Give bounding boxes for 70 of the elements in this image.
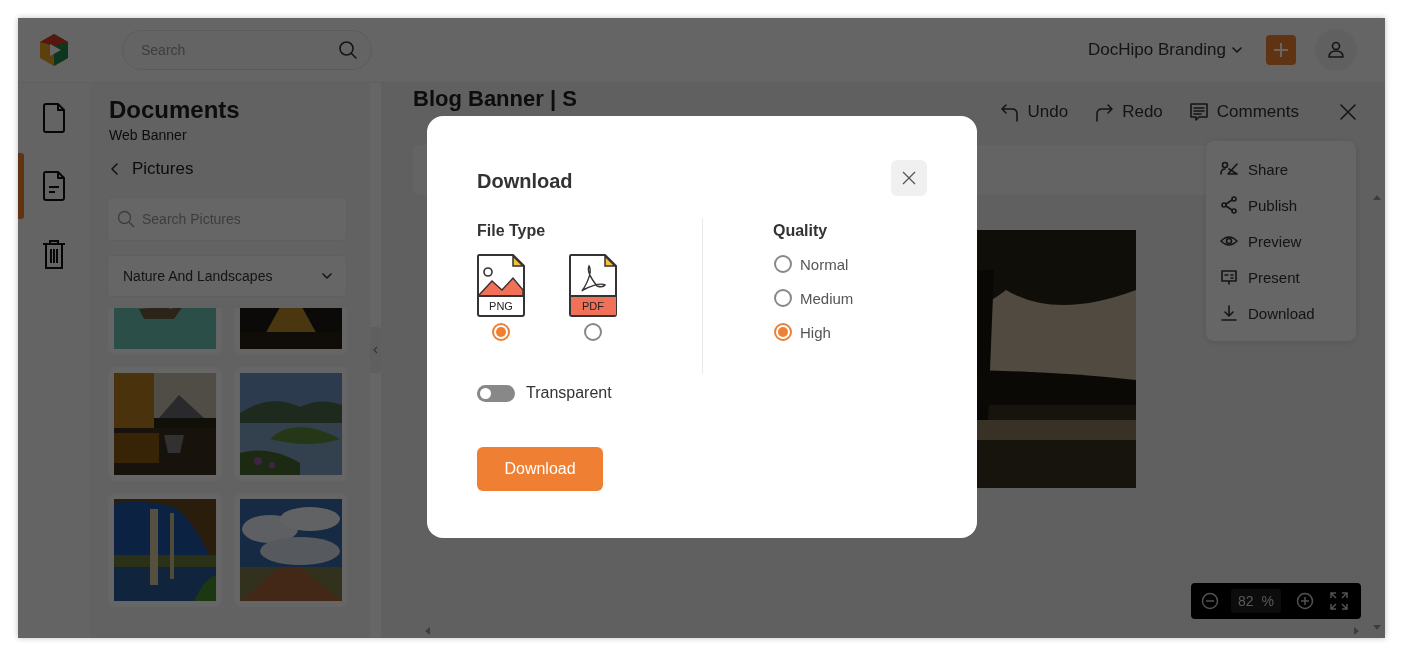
undo-icon bbox=[999, 102, 1020, 122]
close-icon bbox=[1339, 103, 1357, 121]
zoom-value: 82 bbox=[1238, 593, 1254, 609]
toolbar-button[interactable]: Redo bbox=[1094, 102, 1163, 122]
menu-item[interactable]: Present bbox=[1206, 259, 1356, 295]
scroll-up-icon[interactable] bbox=[1373, 195, 1381, 200]
toolbar-button[interactable]: Undo bbox=[999, 102, 1069, 122]
zoom-unit: % bbox=[1261, 593, 1274, 609]
category-dropdown[interactable]: Nature And Landscapes bbox=[107, 255, 347, 297]
trash-icon bbox=[41, 238, 67, 270]
redo-icon bbox=[1094, 102, 1115, 122]
search-icon bbox=[117, 210, 135, 228]
toolbar-button[interactable]: Comments bbox=[1188, 102, 1299, 122]
section-label: File Type bbox=[477, 222, 547, 240]
brand-dropdown[interactable]: DocHipo Branding bbox=[1088, 40, 1242, 60]
chevron-left-icon bbox=[373, 346, 378, 354]
toggle-label: Transparent bbox=[526, 384, 612, 402]
back-link[interactable]: Pictures bbox=[111, 159, 194, 179]
plus-icon bbox=[1273, 42, 1289, 58]
option-label: Medium bbox=[800, 289, 854, 307]
account-button[interactable] bbox=[1315, 29, 1357, 71]
chevron-left-icon bbox=[111, 163, 118, 175]
option-label: High bbox=[800, 323, 831, 341]
people-icon bbox=[1220, 160, 1238, 178]
close-button[interactable] bbox=[891, 160, 927, 196]
menu-item[interactable]: Preview bbox=[1206, 223, 1356, 259]
image-file-icon[interactable]: PNG bbox=[477, 254, 525, 317]
download-icon bbox=[1220, 304, 1238, 322]
fullscreen-button[interactable] bbox=[1330, 592, 1348, 610]
panel-subtitle: Web Banner bbox=[109, 127, 188, 143]
thumbnail-card[interactable] bbox=[234, 493, 347, 607]
dialog-title: Download bbox=[477, 169, 573, 193]
search-icon[interactable] bbox=[338, 40, 358, 60]
pdf-file-icon[interactable]: PDF bbox=[569, 254, 617, 317]
document-icon bbox=[41, 102, 67, 134]
section-label: Quality bbox=[773, 222, 829, 240]
download-button[interactable]: Download bbox=[477, 447, 603, 491]
radio-button[interactable] bbox=[492, 323, 510, 341]
radio-button[interactable] bbox=[774, 289, 792, 307]
menu-item[interactable]: Share bbox=[1206, 151, 1356, 187]
radio-button[interactable] bbox=[584, 323, 602, 341]
close-icon bbox=[902, 171, 916, 185]
panel-title: Documents bbox=[109, 95, 241, 125]
zoom-out-button[interactable] bbox=[1201, 592, 1219, 610]
add-button[interactable] bbox=[1266, 35, 1296, 65]
share-icon bbox=[1220, 196, 1238, 214]
close-button[interactable] bbox=[1339, 103, 1357, 121]
presentation-icon bbox=[1220, 268, 1238, 286]
scroll-down-icon[interactable] bbox=[1373, 625, 1381, 630]
expand-icon bbox=[1330, 592, 1348, 610]
zoom-in-button[interactable] bbox=[1296, 592, 1314, 610]
scroll-right-icon[interactable] bbox=[1354, 627, 1359, 635]
scroll-left-icon[interactable] bbox=[425, 627, 430, 635]
user-icon bbox=[1327, 41, 1345, 59]
radio-button[interactable] bbox=[774, 323, 792, 341]
document-icon bbox=[41, 170, 67, 202]
menu-item[interactable]: Download bbox=[1206, 295, 1356, 331]
option-label: Normal bbox=[800, 255, 849, 273]
comment-icon bbox=[1188, 102, 1209, 122]
thumbnail-card[interactable] bbox=[108, 367, 222, 481]
thumbnail-card[interactable] bbox=[108, 493, 222, 607]
thumbnail-card[interactable] bbox=[234, 367, 347, 481]
chevron-down-icon bbox=[1232, 47, 1242, 53]
document-title: Blog Banner | S bbox=[413, 87, 578, 111]
radio-button[interactable] bbox=[774, 255, 792, 273]
minus-icon bbox=[1201, 592, 1219, 610]
chevron-down-icon bbox=[322, 273, 332, 279]
toggle-switch[interactable] bbox=[477, 384, 515, 402]
menu-item[interactable]: Publish bbox=[1206, 187, 1356, 223]
plus-icon bbox=[1296, 592, 1314, 610]
